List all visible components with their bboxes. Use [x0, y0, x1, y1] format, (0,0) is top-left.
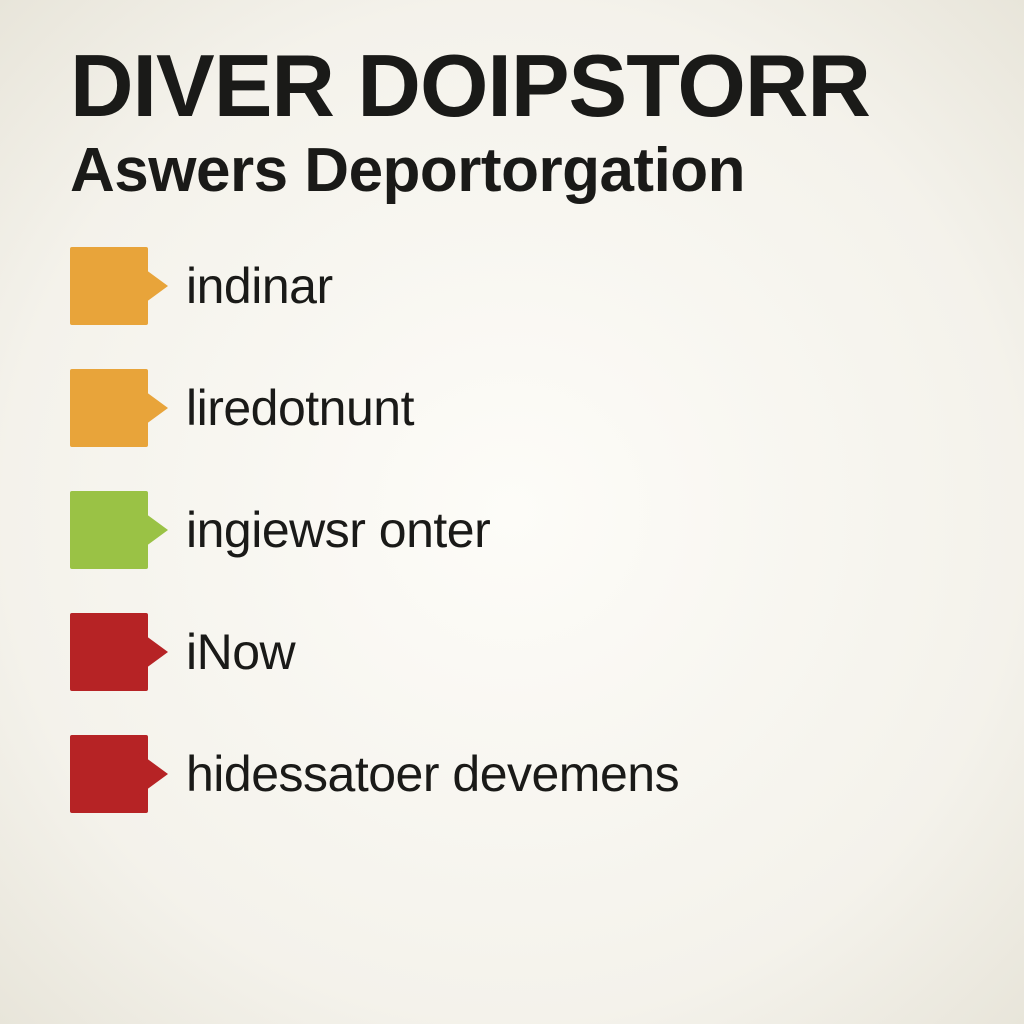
page-subtitle: Aswers Deportorgation — [70, 138, 974, 203]
pointer-icon — [138, 264, 168, 308]
item-label: ingiewsr onter — [186, 501, 490, 559]
item-label: indinar — [186, 257, 333, 315]
item-label: liredotnunt — [186, 379, 414, 437]
list-item: hidessatoer devemens — [70, 735, 974, 813]
legend-list: indinar liredotnunt ingiewsr onter iNow … — [70, 247, 974, 813]
color-swatch — [70, 491, 148, 569]
color-swatch — [70, 369, 148, 447]
color-swatch — [70, 247, 148, 325]
pointer-icon — [138, 386, 168, 430]
color-swatch — [70, 735, 148, 813]
list-item: iNow — [70, 613, 974, 691]
list-item: ingiewsr onter — [70, 491, 974, 569]
pointer-icon — [138, 752, 168, 796]
item-label: hidessatoer devemens — [186, 745, 679, 803]
page-title: DIVER DOIPSTORR — [70, 40, 974, 132]
list-item: indinar — [70, 247, 974, 325]
pointer-icon — [138, 508, 168, 552]
pointer-icon — [138, 630, 168, 674]
item-label: iNow — [186, 623, 295, 681]
color-swatch — [70, 613, 148, 691]
list-item: liredotnunt — [70, 369, 974, 447]
